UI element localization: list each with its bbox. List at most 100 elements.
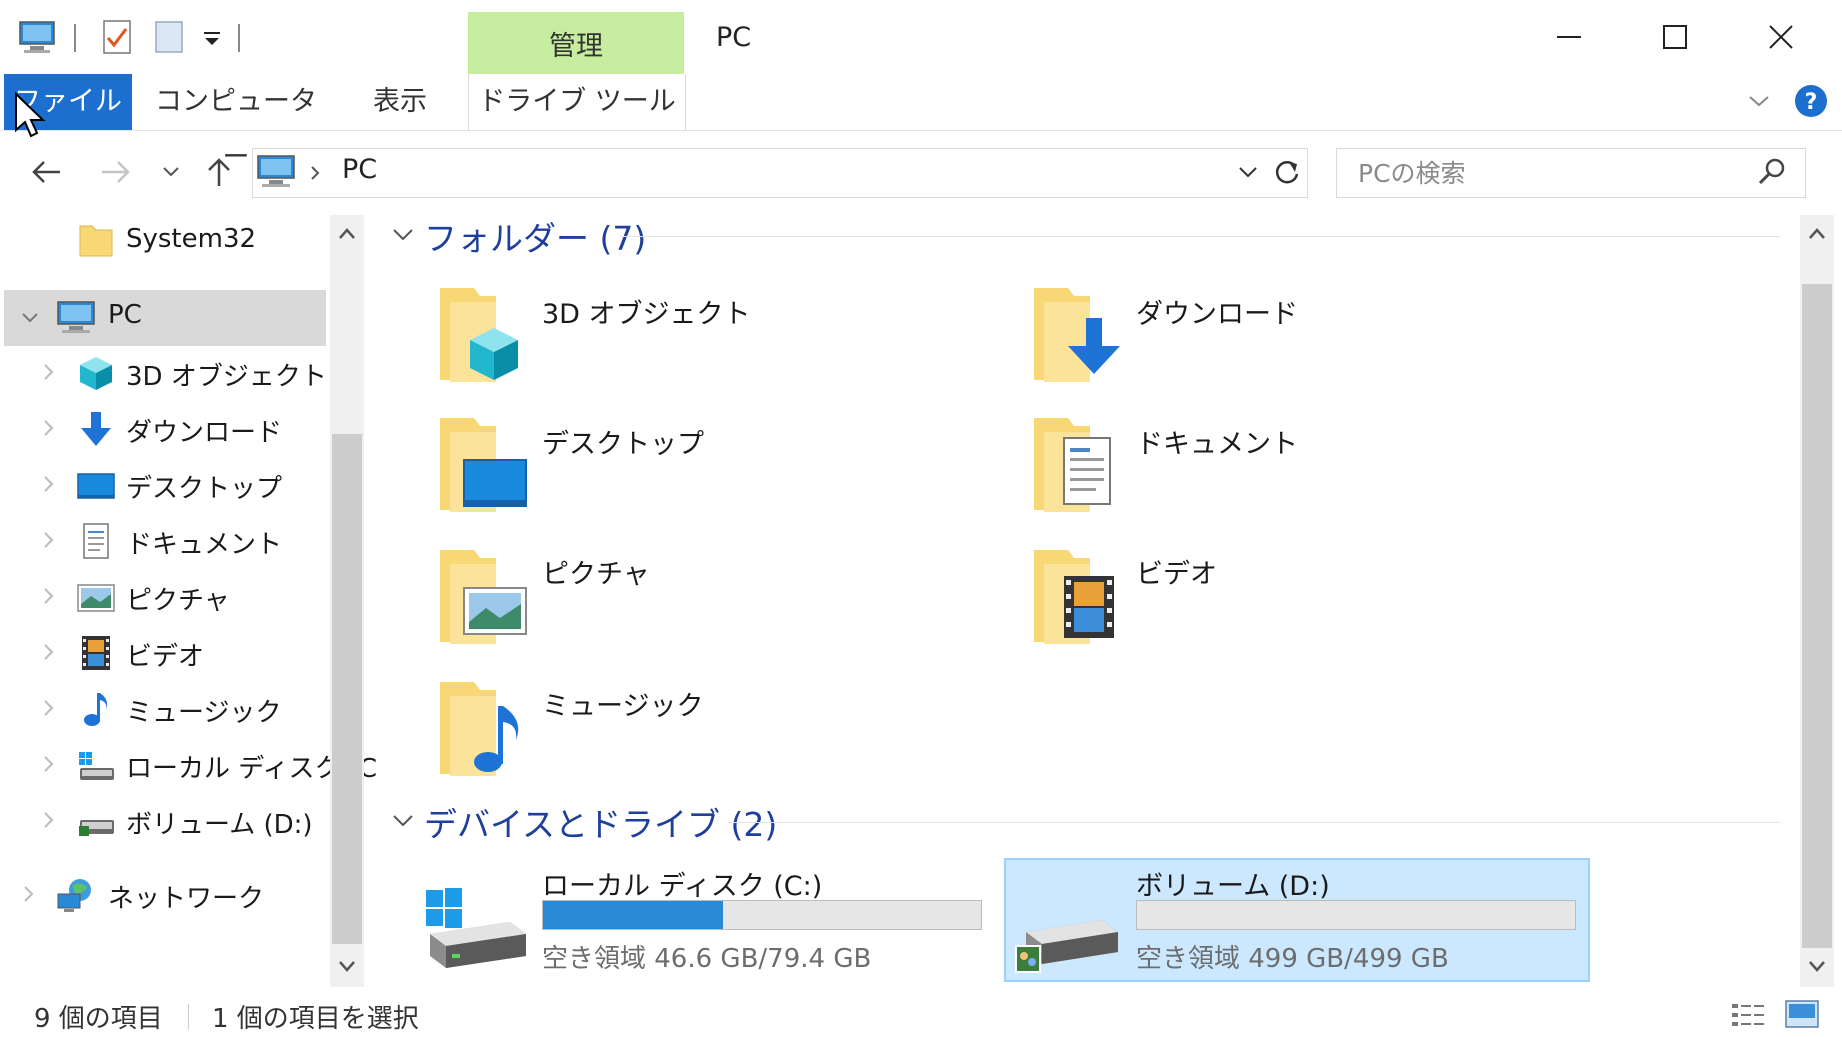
nav-item-volume-d[interactable]: ボリューム (D:) [0,794,326,848]
minimize-icon [1557,36,1581,38]
details-view-icon[interactable] [1730,1000,1768,1030]
desktop-folder-icon[interactable] [434,414,530,518]
nav-item-music[interactable]: ミュージック [0,682,326,736]
folder-label-music[interactable]: ミュージック [542,684,703,723]
3d-objects-folder-icon[interactable] [434,284,530,388]
nav-item-label: ネットワーク [108,884,265,914]
tab-drive-tools[interactable]: ドライブ ツール [468,74,686,130]
nav-item-label: ビデオ [126,642,205,672]
chevron-right-icon[interactable] [38,810,58,830]
folder-label-desktop[interactable]: デスクトップ [542,422,704,461]
content-scroll-up-icon[interactable] [1806,224,1828,244]
chevron-right-icon[interactable] [18,884,38,904]
new-folder-icon[interactable] [150,18,188,56]
documents-folder-icon[interactable] [1028,414,1124,518]
customize-toolbar-chevron-icon[interactable] [200,26,224,52]
address-bar[interactable] [252,148,1308,198]
refresh-icon[interactable] [1272,156,1302,188]
nav-item-pc[interactable]: PC [4,290,326,346]
folders-section-divider [620,236,1780,237]
maximize-icon [1663,25,1687,49]
folder-label-downloads[interactable]: ダウンロード [1136,292,1298,331]
tab-computer[interactable]: コンピューター [152,74,320,173]
ribbon-expand-chevron-icon[interactable] [1746,90,1772,112]
forward-arrow-icon[interactable] [98,156,134,188]
nav-item-videos[interactable]: ビデオ [0,626,326,680]
breadcrumb-separator-icon[interactable] [308,164,322,182]
chevron-right-icon[interactable] [38,642,58,662]
mouse-cursor-icon [15,92,46,138]
nav-item-3d-objects[interactable]: 3D オブジェクト [0,346,327,400]
chevron-down-icon[interactable] [20,308,40,328]
pictures-icon [77,584,115,612]
recent-locations-chevron-icon[interactable] [160,162,182,182]
minimize-button[interactable] [1516,0,1622,74]
video-icon [82,636,110,670]
nav-item-label: System32 [126,224,257,254]
folder-label-videos[interactable]: ビデオ [1136,552,1217,591]
nav-item-label: ダウンロード [126,418,283,448]
nav-item-local-disk[interactable]: ローカル ディスク (C [0,738,377,792]
videos-folder-icon[interactable] [1028,546,1124,650]
drive-c-free-space: 空き領域 46.6 GB/79.4 GB [542,944,872,974]
folders-collapse-chevron-icon[interactable] [390,224,416,246]
chevron-right-icon[interactable] [38,530,58,550]
window-title: PC [716,22,752,53]
music-folder-icon[interactable] [434,678,530,782]
drive-c-usage-bar [542,900,982,930]
chevron-right-icon[interactable] [38,586,58,606]
content-scrollbar-thumb[interactable] [1802,284,1832,948]
large-icons-view-icon[interactable] [1784,998,1820,1030]
folder-icon [79,225,113,257]
drives-collapse-chevron-icon[interactable] [390,810,416,832]
back-arrow-icon[interactable] [28,156,64,188]
chevron-right-icon[interactable] [38,362,58,382]
nav-item-label: 3D オブジェクト [126,362,327,392]
content-scroll-down-icon[interactable] [1806,956,1828,976]
close-button[interactable] [1728,0,1834,74]
nav-scroll-up-icon[interactable] [336,224,358,244]
folder-label-pictures[interactable]: ピクチャ [542,552,650,591]
nav-item-pictures[interactable]: ピクチャ [0,570,326,624]
search-icon[interactable] [1756,156,1788,188]
drive-label-c[interactable]: ローカル ディスク (C:) [542,864,822,903]
folders-section-header[interactable]: フォルダー (7) [424,212,646,260]
folder-label-documents[interactable]: ドキュメント [1136,422,1298,461]
manage-context-tab[interactable]: 管理 [468,24,684,63]
pictures-folder-icon[interactable] [434,546,530,650]
address-computer-icon [257,155,295,187]
drive-d-free-space: 空き領域 499 GB/499 GB [1136,944,1449,974]
address-dropdown-icon[interactable] [1236,162,1260,184]
nav-item-desktop[interactable]: デスクトップ [0,458,326,512]
search-input[interactable] [1356,156,1740,190]
status-item-count: 9 個の項目 [34,1004,163,1034]
nav-item-documents[interactable]: ドキュメント [0,514,326,568]
windows-drive-icon [426,888,526,968]
nav-item-label: ドキュメント [126,530,283,560]
nav-item-network[interactable]: ネットワーク [0,868,326,922]
tab-view[interactable]: 表示 [350,74,450,130]
drives-section-header[interactable]: デバイスとドライブ (2) [424,798,777,846]
chevron-right-icon[interactable] [38,418,58,438]
downloads-folder-icon[interactable] [1028,284,1124,388]
chevron-right-icon[interactable] [38,698,58,718]
address-path[interactable]: PC [342,154,377,185]
drive-d-usage-bar [1136,900,1576,930]
computer-icon[interactable] [18,18,56,56]
nav-item-system32[interactable]: System32 [0,214,326,268]
3d-objects-icon [80,357,112,390]
local-disk-icon [79,752,114,780]
nav-scroll-down-icon[interactable] [336,956,358,976]
up-arrow-icon[interactable] [202,154,236,190]
chevron-right-icon[interactable] [38,754,58,774]
nav-item-downloads[interactable]: ダウンロード [0,402,326,456]
drive-label-d[interactable]: ボリューム (D:) [1136,864,1330,903]
volume-icon [79,820,114,836]
chevron-right-icon[interactable] [38,474,58,494]
properties-icon[interactable] [98,18,136,56]
folder-label-3d-objects[interactable]: 3D オブジェクト [542,292,751,331]
nav-scrollbar-thumb[interactable] [332,434,362,944]
nav-item-label: デスクトップ [126,474,283,504]
maximize-button[interactable] [1622,0,1728,74]
help-icon[interactable]: ? [1794,84,1828,118]
